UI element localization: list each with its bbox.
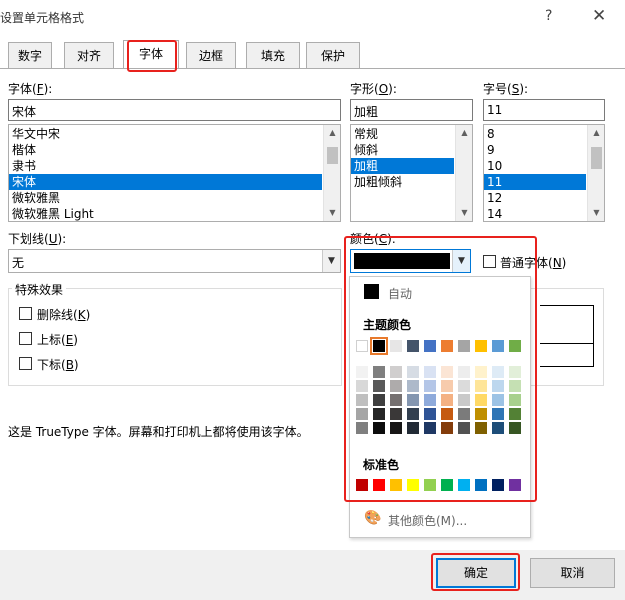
chevron-down-icon[interactable]: ▼ (322, 250, 340, 272)
list-item[interactable]: 加粗倾斜 (351, 174, 472, 190)
list-item-selected[interactable]: 加粗 (351, 158, 454, 174)
font-list-scrollbar[interactable]: ▲ ▼ (323, 125, 340, 221)
list-item[interactable]: 14 (484, 206, 604, 221)
style-label: 字形(O): (350, 82, 397, 96)
list-item-selected[interactable]: 11 (484, 174, 586, 190)
scroll-down-icon[interactable]: ▼ (324, 205, 340, 221)
palette-icon: 🎨 (364, 510, 382, 526)
scroll-up-icon[interactable]: ▲ (588, 125, 604, 141)
font-input-value: 宋体 (12, 105, 37, 119)
font-list[interactable]: 华文中宋 楷体 隶书 宋体 微软雅黑 微软雅黑 Light ▲ ▼ (8, 124, 341, 222)
list-item[interactable]: 隶书 (9, 158, 340, 174)
dialog-title: 设置单元格格式 (0, 11, 85, 25)
tab-fill[interactable]: 填充 (246, 42, 300, 68)
list-item[interactable]: 9 (484, 142, 604, 158)
scroll-up-icon[interactable]: ▲ (324, 125, 340, 141)
scroll-down-icon[interactable]: ▼ (456, 205, 472, 221)
size-list-scrollbar[interactable]: ▲ ▼ (587, 125, 604, 221)
style-input[interactable]: 加粗 (350, 99, 473, 121)
ok-highlight (431, 553, 520, 591)
subscript-label: 下标(B) (37, 358, 79, 372)
more-colors-button[interactable]: 其他颜色(M)... (388, 512, 467, 529)
style-list[interactable]: 常规 倾斜 加粗 加粗倾斜 ▲ ▼ (350, 124, 473, 222)
scroll-up-icon[interactable]: ▲ (456, 125, 472, 141)
tab-alignment[interactable]: 对齐 (64, 42, 114, 68)
list-item[interactable]: 楷体 (9, 142, 340, 158)
color-highlight (344, 236, 537, 502)
style-list-scrollbar[interactable]: ▲ ▼ (455, 125, 472, 221)
font-input[interactable]: 宋体 (8, 99, 341, 121)
scroll-thumb[interactable] (591, 147, 602, 169)
strikethrough-label: 删除线(K) (37, 308, 91, 322)
size-label: 字号(S): (483, 82, 529, 96)
style-input-value: 加粗 (354, 105, 379, 119)
tab-border[interactable]: 边框 (186, 42, 236, 68)
underline-select[interactable]: 无 ▼ (8, 249, 341, 273)
list-item[interactable]: 12 (484, 190, 604, 206)
cancel-button[interactable]: 取消 (530, 558, 615, 588)
effects-title: 特殊效果 (12, 281, 67, 298)
subscript-checkbox[interactable] (19, 357, 32, 370)
tab-number[interactable]: 数字 (8, 42, 52, 68)
preview-box (540, 305, 594, 367)
help-button[interactable]: ? (545, 8, 552, 24)
scroll-down-icon[interactable]: ▼ (588, 205, 604, 221)
list-item[interactable]: 8 (484, 126, 604, 142)
scroll-thumb[interactable] (327, 147, 338, 164)
size-input-value: 11 (487, 103, 503, 117)
underline-label: 下划线(U): (8, 232, 67, 246)
strikethrough-checkbox[interactable] (19, 307, 32, 320)
font-label: 字体(F): (8, 82, 53, 96)
dialog-titlebar: 设置单元格格式 ? ✕ (0, 0, 625, 36)
tab-protection[interactable]: 保护 (306, 42, 360, 68)
list-item-selected[interactable]: 宋体 (9, 174, 322, 190)
font-tab-highlight (127, 40, 177, 72)
underline-value: 无 (12, 256, 25, 270)
list-item[interactable]: 10 (484, 158, 604, 174)
list-item[interactable]: 微软雅黑 Light (9, 206, 340, 221)
preview-line (540, 343, 594, 344)
list-item[interactable]: 常规 (351, 126, 472, 142)
list-item[interactable]: 微软雅黑 (9, 190, 340, 206)
superscript-checkbox[interactable] (19, 332, 32, 345)
list-item[interactable]: 华文中宋 (9, 126, 340, 142)
tab-strip: 数字 对齐 字体 边框 填充 保护 (0, 40, 625, 68)
size-input[interactable]: 11 (483, 99, 605, 121)
size-list[interactable]: 8 9 10 11 12 14 ▲ ▼ (483, 124, 605, 222)
list-item[interactable]: 倾斜 (351, 142, 472, 158)
superscript-label: 上标(E) (37, 333, 78, 347)
font-description: 这是 TrueType 字体。屏幕和打印机上都将使用该字体。 (8, 425, 309, 439)
close-button[interactable]: ✕ (592, 6, 606, 26)
